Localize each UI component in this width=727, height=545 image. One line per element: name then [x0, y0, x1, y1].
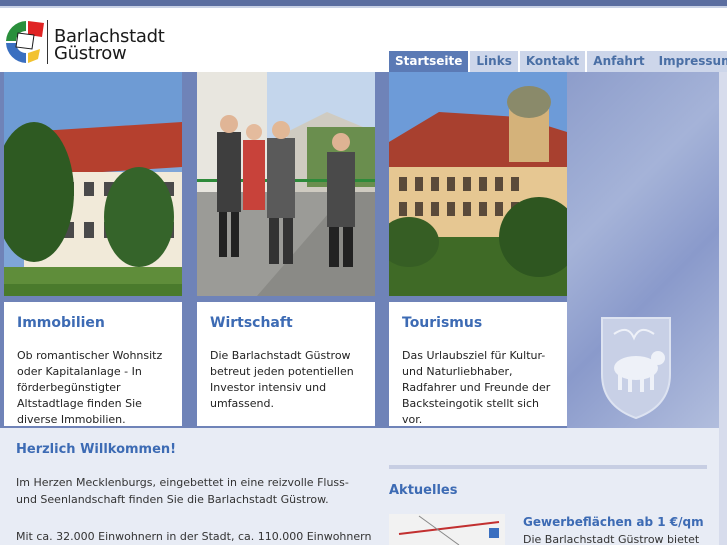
news-thumbnail[interactable] [389, 514, 505, 545]
nav-startseite[interactable]: Startseite [389, 51, 469, 72]
card-title[interactable]: Wirtschaft [210, 315, 293, 331]
card-immobilien[interactable]: Immobilien Ob romantischer Wohnsitz oder… [4, 302, 182, 426]
news-text: Die Barlachstadt Güstrow bietet [523, 533, 700, 545]
nav-kontakt[interactable]: Kontakt [519, 51, 586, 72]
welcome-paragraph-1: Im Herzen Mecklenburgs, eingebettet in e… [16, 476, 349, 506]
nav-impressum[interactable]: Impressum [652, 51, 727, 72]
city-logo-icon[interactable] [4, 19, 48, 65]
scrollbar-track[interactable] [719, 72, 727, 545]
card-wirtschaft[interactable]: Wirtschaft Die Barlachstadt Güstrow betr… [197, 302, 375, 426]
photo-wirtschaft[interactable] [197, 72, 375, 296]
welcome-heading: Herzlich Willkommen! [16, 442, 177, 457]
logo-separator [47, 20, 48, 64]
card-title[interactable]: Tourismus [402, 315, 482, 331]
aktuelles-divider [389, 465, 707, 469]
city-crest-icon [601, 317, 671, 420]
nav-anfahrt[interactable]: Anfahrt [587, 51, 651, 72]
photo-immobilien[interactable] [4, 72, 182, 296]
card-text: Das Urlaubsziel für Kultur- und Naturlie… [402, 349, 551, 426]
brand-line-2[interactable]: Güstrow [54, 43, 127, 64]
welcome-paragraph-2: Mit ca. 32.000 Einwohnern in der Stadt, … [16, 530, 372, 543]
nav-links[interactable]: Links [470, 51, 518, 72]
main-navigation: Startseite Links Kontakt Anfahrt Impress… [389, 51, 727, 72]
news-title-link[interactable]: Gewerbeflächen ab 1 €/qm [523, 515, 704, 529]
card-tourismus[interactable]: Tourismus Das Urlaubsziel für Kultur- un… [389, 302, 567, 426]
card-text: Die Barlachstadt Güstrow betreut jeden p… [210, 349, 354, 410]
card-text: Ob romantischer Wohnsitz oder Kapitalanl… [17, 349, 163, 426]
card-title[interactable]: Immobilien [17, 315, 105, 331]
aktuelles-heading: Aktuelles [389, 483, 458, 498]
photo-tourismus[interactable] [389, 72, 567, 296]
